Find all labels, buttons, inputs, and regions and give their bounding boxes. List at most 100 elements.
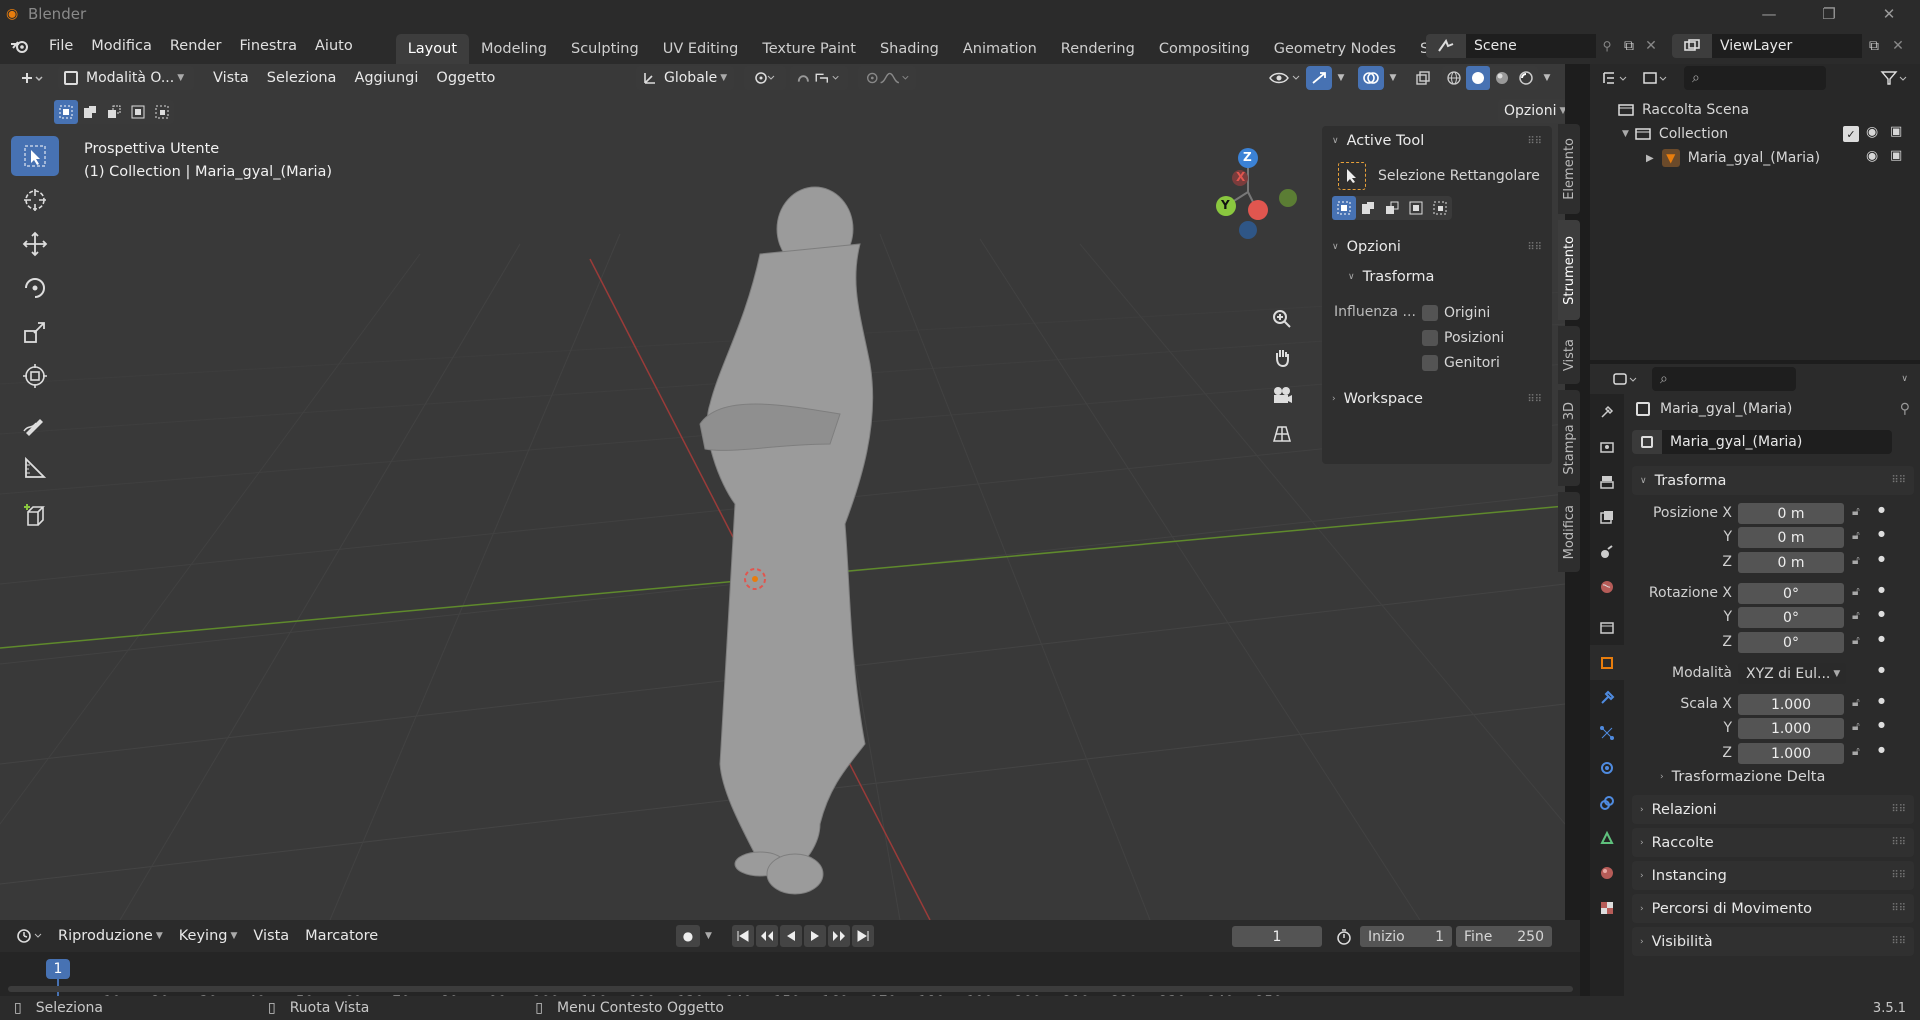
- drag-handle-icon[interactable]: ⠿⠿: [1891, 903, 1906, 914]
- scene-name-field[interactable]: Scene: [1466, 34, 1596, 58]
- keyframe-dot-icon[interactable]: ●: [1878, 696, 1885, 705]
- play-icon[interactable]: [804, 925, 826, 947]
- lock-icon[interactable]: 🔓︎: [1852, 633, 1860, 648]
- particles-tab-icon[interactable]: [1590, 715, 1624, 750]
- select-extend-icon[interactable]: [1356, 196, 1380, 220]
- menu-file[interactable]: File: [40, 28, 82, 64]
- transform-tool[interactable]: [11, 356, 59, 396]
- data-tab-icon[interactable]: [1590, 820, 1624, 855]
- checkbox-genitori[interactable]: Genitori: [1422, 352, 1500, 374]
- tab-animation[interactable]: Animation: [951, 34, 1049, 64]
- section-instancing[interactable]: › Instancing ⠿⠿: [1632, 861, 1914, 890]
- object-tab-icon[interactable]: [1590, 645, 1624, 680]
- orientation-dropdown[interactable]: Globale ▼: [636, 66, 734, 90]
- close-button[interactable]: ✕: [1866, 0, 1912, 28]
- keyframe-dot-icon[interactable]: ●: [1878, 529, 1885, 538]
- ortho-toggle-icon[interactable]: [1267, 418, 1297, 448]
- select-extend-icon[interactable]: [78, 100, 102, 124]
- lock-icon[interactable]: 🔓︎: [1852, 553, 1860, 568]
- gizmo-toggle-button[interactable]: [1306, 66, 1332, 90]
- menu-aggiungi[interactable]: Aggiungi: [345, 70, 427, 86]
- editor-type-icon[interactable]: [1608, 367, 1644, 391]
- tab-modeling[interactable]: Modeling: [469, 34, 559, 64]
- lock-icon[interactable]: 🔓︎: [1852, 528, 1860, 543]
- minimize-button[interactable]: —: [1746, 0, 1792, 28]
- section-raccolte[interactable]: › Raccolte ⠿⠿: [1632, 828, 1914, 857]
- wireframe-shading-icon[interactable]: [1442, 66, 1466, 90]
- modifier-tab-icon[interactable]: [1590, 680, 1624, 715]
- annotate-tool[interactable]: [11, 404, 59, 444]
- tab-stampa-3d[interactable]: Stampa 3D: [1558, 390, 1580, 486]
- transform-options-header[interactable]: ∨ Trasforma: [1322, 262, 1552, 292]
- position-x-field[interactable]: 0 m: [1738, 503, 1844, 524]
- chevron-down-icon[interactable]: ▼: [1622, 129, 1629, 139]
- restore-button[interactable]: ❐: [1806, 0, 1852, 28]
- checkbox-posizioni[interactable]: Posizioni: [1422, 327, 1504, 349]
- lock-icon[interactable]: 🔓︎: [1852, 744, 1860, 759]
- scene-collection-row[interactable]: Raccolta Scena: [1590, 98, 1920, 122]
- object-row[interactable]: ▶ ▼ Maria_gyal_(Maria) ◉ ▣: [1590, 146, 1920, 170]
- rotation-y-field[interactable]: 0°: [1738, 607, 1844, 628]
- frame-end-field[interactable]: Fine 250: [1456, 926, 1552, 947]
- viewlayer-name-field[interactable]: ViewLayer: [1712, 34, 1862, 58]
- overlays-toggle-button[interactable]: [1358, 66, 1384, 90]
- xray-toggle-button[interactable]: [1410, 66, 1436, 90]
- frame-start-field[interactable]: Inizio 1: [1360, 926, 1452, 947]
- menu-render[interactable]: Render: [161, 28, 231, 64]
- drag-handle-icon[interactable]: ⠿⠿: [1891, 804, 1906, 815]
- zoom-icon[interactable]: [1267, 304, 1297, 334]
- current-frame-field[interactable]: 1: [1232, 926, 1322, 947]
- tab-compositing[interactable]: Compositing: [1147, 34, 1262, 64]
- lock-icon[interactable]: 🔓︎: [1852, 608, 1860, 623]
- object-name-field[interactable]: Maria_gyal_(Maria): [1662, 430, 1892, 454]
- chevron-down-icon[interactable]: ▼: [1384, 66, 1402, 90]
- checkbox-origini[interactable]: Origini: [1422, 302, 1490, 324]
- keyframe-dot-icon[interactable]: ●: [1878, 745, 1885, 754]
- lock-icon[interactable]: 🔓︎: [1852, 695, 1860, 710]
- tab-elemento[interactable]: Elemento: [1558, 124, 1580, 214]
- filter-icon[interactable]: [1876, 66, 1912, 90]
- active-tool-row[interactable]: Selezione Rettangolare: [1322, 156, 1552, 196]
- properties-search-input[interactable]: ⌕: [1652, 367, 1796, 391]
- object-browse-icon[interactable]: [1632, 430, 1662, 454]
- menu-vista[interactable]: Vista: [204, 70, 258, 86]
- material-shading-icon[interactable]: [1490, 66, 1514, 90]
- move-tool[interactable]: [11, 224, 59, 264]
- keyframe-dot-icon[interactable]: ●: [1878, 665, 1885, 674]
- collection-row[interactable]: ▼ Collection ✓ ◉ ▣: [1590, 122, 1920, 146]
- next-keyframe-icon[interactable]: [828, 925, 850, 947]
- camera-icon[interactable]: ▣: [1890, 148, 1902, 163]
- rotation-x-field[interactable]: 0°: [1738, 583, 1844, 604]
- tab-shading[interactable]: Shading: [868, 34, 951, 64]
- keyframe-dot-icon[interactable]: ●: [1878, 505, 1885, 514]
- render-tab-icon[interactable]: [1590, 429, 1624, 464]
- tab-modifica[interactable]: Modifica: [1558, 492, 1580, 572]
- tab-strumento[interactable]: Strumento: [1558, 220, 1580, 320]
- chevron-right-icon[interactable]: ▶: [1646, 153, 1654, 164]
- physics-tab-icon[interactable]: [1590, 750, 1624, 785]
- exclude-checkbox[interactable]: ✓: [1843, 126, 1859, 142]
- mode-dropdown[interactable]: Modalità O... ▼: [58, 66, 194, 90]
- prev-keyframe-icon[interactable]: [756, 925, 778, 947]
- select-intersect-icon[interactable]: [150, 100, 174, 124]
- select-new-icon[interactable]: [54, 100, 78, 124]
- tab-sculpting[interactable]: Sculpting: [559, 34, 651, 64]
- pin-icon[interactable]: ⚲: [1596, 34, 1618, 58]
- keyframe-dot-icon[interactable]: ●: [1878, 634, 1885, 643]
- section-percorsi[interactable]: › Percorsi di Movimento ⠿⠿: [1632, 894, 1914, 923]
- drag-handle-icon[interactable]: ⠿⠿: [1527, 394, 1542, 405]
- snap-button[interactable]: [790, 66, 848, 90]
- chevron-down-icon[interactable]: ▼: [705, 931, 712, 941]
- select-invert-icon[interactable]: [1404, 196, 1428, 220]
- cursor-tool[interactable]: [11, 180, 59, 220]
- drag-handle-icon[interactable]: ⠿⠿: [1527, 242, 1542, 253]
- scale-x-field[interactable]: 1.000: [1738, 694, 1844, 715]
- drag-handle-icon[interactable]: ⠿⠿: [1891, 870, 1906, 881]
- material-tab-icon[interactable]: [1590, 855, 1624, 890]
- view-layer-tab-icon[interactable]: [1590, 499, 1624, 534]
- keyframe-dot-icon[interactable]: ●: [1878, 585, 1885, 594]
- pivot-point-button[interactable]: [744, 66, 786, 90]
- editor-type-icon[interactable]: [12, 66, 52, 90]
- camera-view-icon[interactable]: [1267, 380, 1297, 410]
- add-cube-tool[interactable]: [11, 496, 59, 536]
